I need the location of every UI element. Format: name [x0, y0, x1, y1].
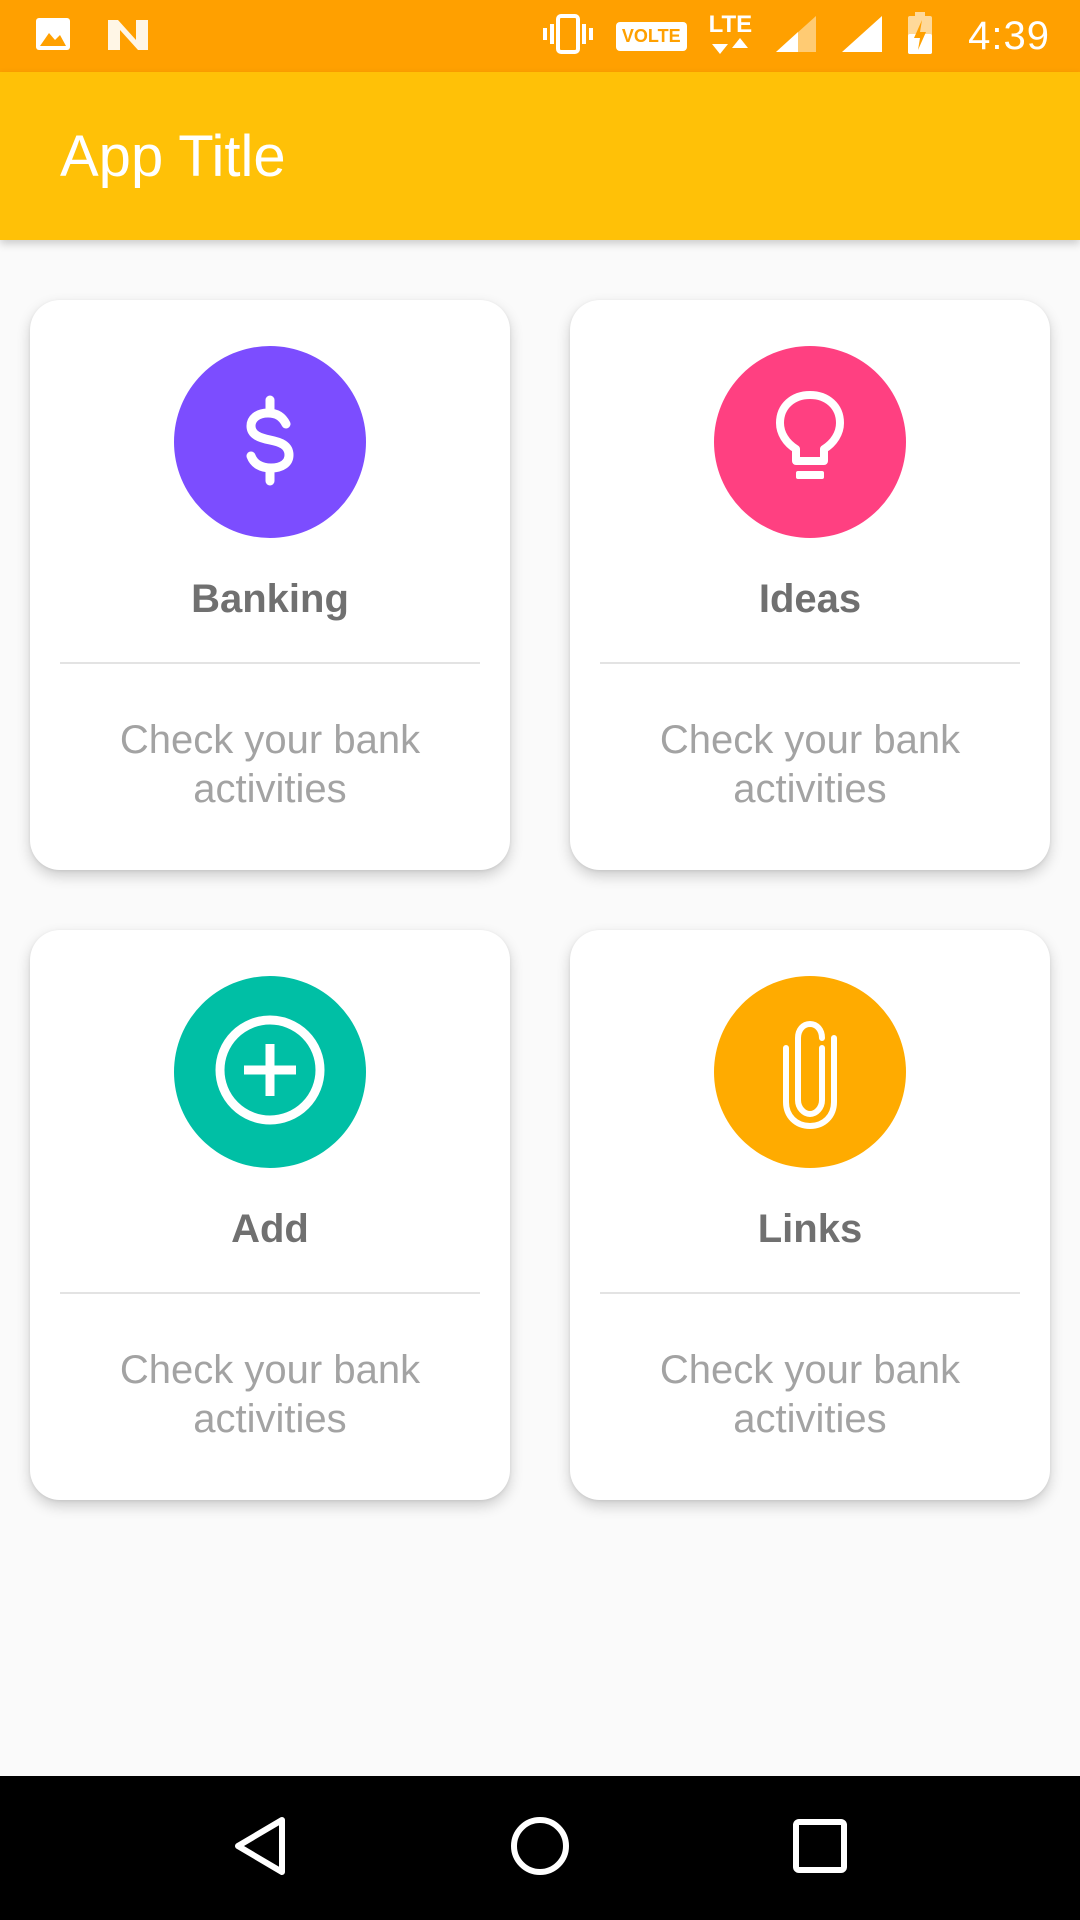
lightbulb-icon — [760, 385, 860, 500]
card-title: Ideas — [758, 577, 862, 621]
card-title: Links — [757, 1207, 863, 1251]
lte-icon: LTE — [708, 11, 753, 58]
n-notification-icon — [106, 16, 150, 57]
card-divider — [60, 1292, 480, 1294]
back-icon — [232, 1816, 288, 1881]
app-bar: App Title — [0, 72, 1080, 240]
add-icon-circle — [174, 976, 366, 1168]
recents-button[interactable] — [780, 1808, 860, 1888]
home-button[interactable] — [500, 1808, 580, 1888]
signal-icon — [774, 14, 818, 59]
status-bar: VOLTE LTE 4:39 — [0, 0, 1080, 72]
home-icon — [510, 1816, 570, 1881]
signal-full-icon — [840, 14, 884, 59]
banking-icon-circle — [174, 346, 366, 538]
battery-charging-icon — [906, 11, 934, 61]
card-banking[interactable]: Banking Check your bank activities — [30, 300, 510, 870]
volte-icon: VOLTE — [615, 21, 687, 51]
status-left — [34, 16, 150, 57]
status-right: VOLTE LTE 4:39 — [542, 11, 1050, 61]
card-divider — [600, 1292, 1020, 1294]
card-description: Check your bank activities — [119, 1348, 421, 1441]
back-button[interactable] — [220, 1808, 300, 1888]
card-divider — [600, 662, 1020, 664]
status-time: 4:39 — [968, 13, 1050, 58]
card-ideas[interactable]: Ideas Check your bank activities — [570, 300, 1050, 870]
ideas-icon-circle — [714, 346, 906, 538]
lte-label: LTE — [708, 11, 753, 38]
recents-icon — [792, 1818, 848, 1879]
card-title: Banking — [191, 577, 349, 621]
image-icon — [34, 16, 72, 57]
dollar-icon — [220, 390, 320, 495]
card-title: Add — [231, 1207, 309, 1251]
card-description: Check your bank activities — [659, 718, 961, 811]
card-description: Check your bank activities — [119, 718, 421, 811]
card-links[interactable]: Links Check your bank activities — [570, 930, 1050, 1500]
card-add[interactable]: Add Check your bank activities — [30, 930, 510, 1500]
links-icon-circle — [714, 976, 906, 1168]
card-grid: Banking Check your bank activities Ideas… — [30, 300, 1050, 1500]
card-description: Check your bank activities — [659, 1348, 961, 1441]
add-circle-icon — [212, 1012, 328, 1133]
paperclip-icon — [770, 1008, 850, 1137]
card-divider — [60, 662, 480, 664]
vibrate-icon — [542, 13, 594, 59]
app-title: App Title — [60, 123, 286, 189]
navigation-bar — [0, 1776, 1080, 1920]
